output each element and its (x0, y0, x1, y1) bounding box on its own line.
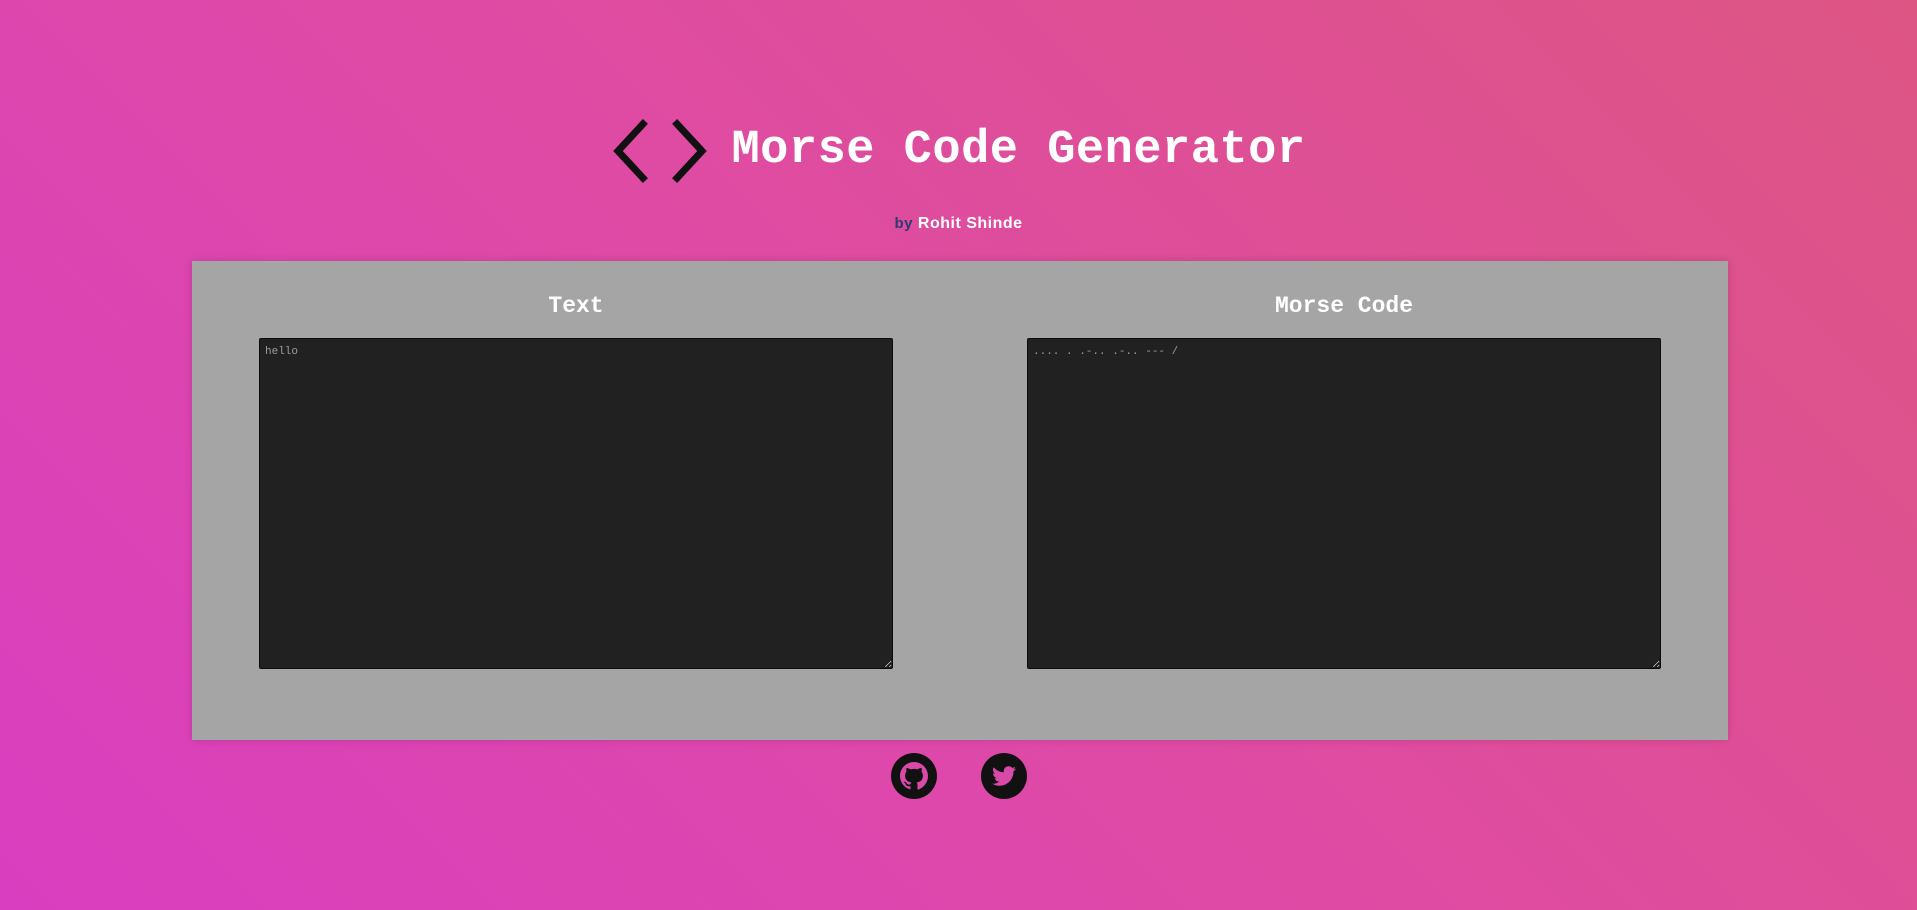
twitter-icon (980, 753, 1027, 799)
text-input[interactable] (259, 338, 893, 669)
page-title: Morse Code Generator (731, 124, 1306, 177)
code-brackets-icon (613, 119, 708, 183)
github-icon (890, 753, 937, 799)
byline: by Rohit Shinde (0, 215, 1917, 233)
social-links (0, 753, 1917, 799)
text-label: Text (548, 293, 604, 319)
twitter-link[interactable] (980, 753, 1027, 799)
morse-label: Morse Code (1274, 293, 1414, 319)
converter-panel: Text Morse Code (192, 261, 1728, 740)
morse-output[interactable] (1027, 338, 1661, 669)
byline-by: by (894, 215, 913, 232)
author-name: Rohit Shinde (917, 215, 1023, 232)
page-header: Morse Code Generator (0, 118, 1917, 184)
github-link[interactable] (890, 753, 937, 799)
